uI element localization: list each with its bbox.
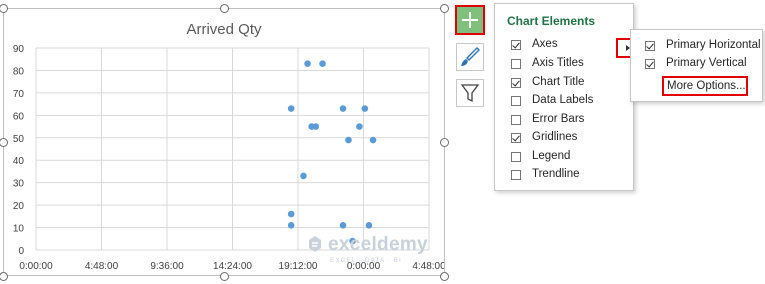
gridlines bbox=[35, 47, 430, 251]
option-label: Data Labels bbox=[532, 94, 594, 106]
x-tick-label: 19:12:00 bbox=[279, 261, 318, 272]
data-point[interactable] bbox=[287, 222, 295, 229]
y-tick-label: 30 bbox=[13, 179, 25, 190]
chart-title-checkbox[interactable] bbox=[511, 78, 521, 88]
data-point[interactable] bbox=[365, 222, 373, 229]
trendline-checkbox[interactable] bbox=[511, 170, 521, 180]
option-label: Error Bars bbox=[532, 113, 585, 125]
y-tick-label: 80 bbox=[13, 66, 25, 77]
data-point[interactable] bbox=[356, 123, 363, 130]
axes-checkbox[interactable] bbox=[511, 40, 521, 50]
x-tick-label: 14:24:00 bbox=[213, 261, 252, 272]
gridlines-checkbox[interactable] bbox=[511, 133, 521, 143]
funnel-icon bbox=[460, 84, 480, 103]
option-label: Chart Title bbox=[532, 76, 585, 88]
y-tick-label: 10 bbox=[13, 224, 25, 235]
data-point[interactable] bbox=[312, 123, 320, 130]
watermark-tagline: EXCEL · DATA · BI bbox=[330, 257, 402, 264]
data-point[interactable] bbox=[361, 105, 369, 112]
resize-handle-bottom-right[interactable] bbox=[440, 272, 449, 281]
y-tick-label: 40 bbox=[13, 156, 25, 167]
option-label: Trendline bbox=[532, 168, 580, 180]
resize-handle-bottom-left[interactable] bbox=[0, 272, 8, 281]
axis-titles-checkbox[interactable] bbox=[511, 59, 521, 69]
data-point[interactable] bbox=[287, 105, 295, 112]
paintbrush-icon bbox=[461, 47, 480, 66]
y-tick-label: 60 bbox=[13, 111, 25, 122]
y-tick-label: 50 bbox=[13, 134, 25, 145]
x-tick-label: 0:00:00 bbox=[19, 261, 53, 272]
chart-title[interactable]: Arrived Qty bbox=[186, 21, 262, 38]
legend-checkbox[interactable] bbox=[511, 152, 521, 162]
resize-handle-bottom[interactable] bbox=[220, 272, 229, 281]
panel-title: Chart Elements bbox=[507, 14, 596, 28]
data-point[interactable] bbox=[369, 136, 377, 144]
primary-horizontal-checkbox[interactable] bbox=[645, 41, 655, 51]
data-labels-checkbox[interactable] bbox=[511, 96, 521, 106]
data-point[interactable] bbox=[300, 172, 307, 180]
error-bars-checkbox[interactable] bbox=[511, 115, 521, 125]
more-options-button[interactable]: More Options... bbox=[662, 76, 748, 96]
y-tick-label: 90 bbox=[13, 44, 25, 55]
x-tick-label: 4:48:00 bbox=[85, 261, 119, 272]
resize-handle-top[interactable] bbox=[220, 4, 229, 13]
watermark-name: exceldemy bbox=[328, 234, 428, 255]
option-label: Axis Titles bbox=[532, 57, 584, 69]
option-label: Axes bbox=[532, 38, 558, 50]
data-point[interactable] bbox=[345, 136, 352, 144]
option-label: Primary Vertical bbox=[666, 57, 747, 69]
option-label: Primary Horizontal bbox=[666, 39, 761, 51]
data-point[interactable] bbox=[287, 210, 295, 218]
chart-filters-button[interactable] bbox=[456, 79, 484, 107]
option-label: Legend bbox=[532, 150, 571, 162]
axes-submenu: Primary Horizontal Primary Vertical More… bbox=[630, 29, 763, 102]
data-point[interactable] bbox=[339, 222, 347, 229]
y-tick-label: 20 bbox=[13, 201, 25, 212]
y-tick-label: 70 bbox=[13, 89, 25, 100]
exceldemy-logo-icon bbox=[309, 236, 321, 252]
option-label: Gridlines bbox=[532, 131, 578, 143]
x-tick-label: 9:36:00 bbox=[150, 261, 184, 272]
y-tick-label: 0 bbox=[18, 246, 24, 257]
x-tick-label: 4:48:00 bbox=[412, 261, 444, 272]
data-point[interactable] bbox=[319, 60, 326, 68]
data-point[interactable] bbox=[339, 105, 347, 112]
primary-vertical-checkbox[interactable] bbox=[645, 59, 655, 69]
data-point[interactable] bbox=[304, 60, 311, 68]
chart-styles-button[interactable] bbox=[456, 43, 484, 71]
resize-handle-top-right[interactable] bbox=[440, 4, 449, 13]
chart-elements-panel: Chart Elements Axes Axis Titles Chart Ti… bbox=[494, 3, 640, 191]
resize-handle-right[interactable] bbox=[440, 138, 449, 147]
chart-elements-button[interactable] bbox=[455, 5, 485, 35]
